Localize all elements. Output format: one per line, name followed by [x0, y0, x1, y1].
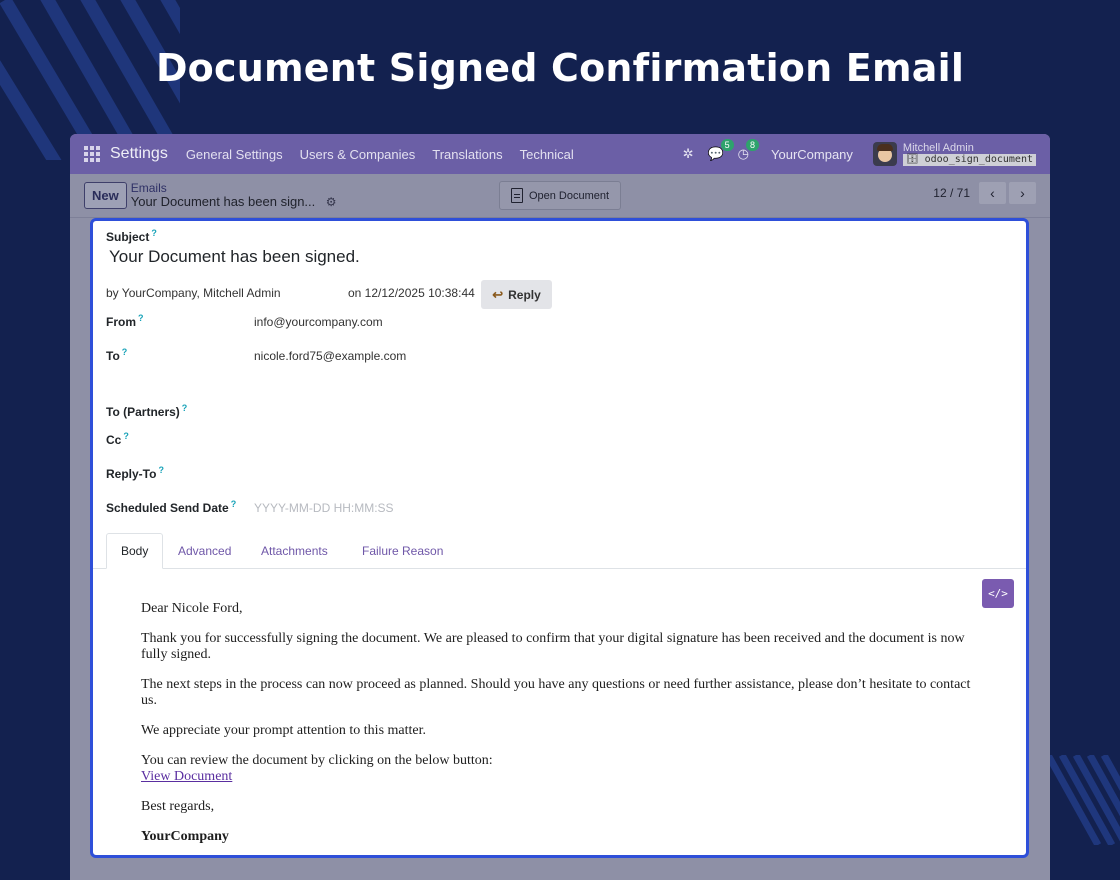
email-body-editor[interactable]: Dear Nicole Ford, Thank you for successf…	[141, 601, 981, 855]
new-button[interactable]: New	[84, 182, 127, 209]
reply-to-label: Reply-To?	[106, 465, 164, 481]
avatar	[872, 142, 897, 166]
breadcrumb-current: Your Document has been sign...	[130, 194, 316, 209]
greeting: Dear Nicole Ford,	[141, 601, 243, 616]
banner-title: Document Signed Confirmation Email	[155, 46, 965, 90]
cc-label: Cc?	[106, 431, 129, 447]
tab-advanced[interactable]: Advanced	[164, 533, 245, 569]
to-field[interactable]: nicole.ford75@example.com	[254, 349, 406, 363]
notebook-tabs: Body Advanced Attachments Failure Reason	[93, 533, 1026, 569]
subject-field[interactable]: Your Document has been signed.	[109, 247, 360, 267]
menu-users-companies[interactable]: Users & Companies	[300, 147, 416, 162]
control-panel: New Emails Your Document has been sign..…	[70, 174, 1050, 218]
activities-clock-icon[interactable]: ◷ 8	[738, 139, 759, 162]
closing: Best regards,	[141, 799, 215, 814]
scheduled-send-date-label: Scheduled Send Date?	[106, 499, 237, 515]
tab-failure-reason[interactable]: Failure Reason	[348, 533, 457, 569]
author-line: by YourCompany, Mitchell Admin	[106, 286, 281, 300]
tab-body[interactable]: Body	[106, 533, 164, 569]
breadcrumb: Emails Your Document has been sign... ⚙	[131, 182, 337, 209]
view-document-link[interactable]: View Document	[141, 769, 232, 784]
gear-icon[interactable]: ⚙	[326, 195, 337, 209]
menu-general-settings[interactable]: General Settings	[186, 147, 283, 162]
pager-value[interactable]: 12 / 71	[933, 186, 970, 200]
pager-previous-button[interactable]: ‹	[979, 182, 1006, 204]
from-label: From?	[106, 313, 144, 329]
to-partners-label: To (Partners)?	[106, 403, 188, 419]
messages-icon[interactable]: 💬 5	[707, 139, 734, 162]
subject-label: Subject?	[106, 228, 157, 244]
paragraph-2: The next steps in the process can now pr…	[141, 677, 971, 708]
user-menu[interactable]: Mitchell Admin 🗄 odoo_sign_document	[872, 142, 1036, 166]
activities-badge: 8	[745, 139, 759, 151]
paragraph-1: Thank you for successfully signing the d…	[141, 631, 965, 662]
from-field[interactable]: info@yourcompany.com	[254, 315, 383, 329]
document-icon	[510, 188, 523, 203]
messages-badge: 5	[720, 139, 734, 151]
debug-bug-icon[interactable]: ✲	[683, 146, 694, 162]
reply-button[interactable]: ↩ Reply	[481, 280, 552, 309]
apps-grid-icon[interactable]	[84, 146, 100, 162]
app-name[interactable]: Settings	[110, 145, 168, 163]
tab-attachments[interactable]: Attachments	[247, 533, 342, 569]
email-form: Subject? Your Document has been signed. …	[90, 218, 1029, 858]
database-name: 🗄 odoo_sign_document	[902, 154, 1036, 166]
paragraph-3: We appreciate your prompt attention to t…	[141, 723, 427, 738]
reply-arrow-icon: ↩	[492, 286, 504, 302]
open-document-label: Open Document	[528, 189, 610, 202]
date-line: on 12/12/2025 10:38:44	[348, 286, 475, 300]
paragraph-4: You can review the document by clicking …	[141, 753, 493, 784]
open-document-button[interactable]: Open Document	[499, 181, 621, 210]
top-navbar: Settings General Settings Users & Compan…	[70, 134, 1050, 174]
company-switcher[interactable]: YourCompany	[771, 147, 853, 162]
navbar-systray: ✲ 💬 5 ◷ 8 YourCompany Mitchell Admin 🗄 odo…	[683, 139, 1036, 166]
code-view-button[interactable]: </>	[982, 579, 1014, 608]
to-label: To?	[106, 347, 128, 363]
pager: 12 / 71 ‹ ›	[933, 182, 1036, 204]
menu-technical[interactable]: Technical	[520, 147, 574, 162]
signature: YourCompany	[141, 829, 229, 844]
scheduled-send-date-input[interactable]: YYYY-MM-DD HH:MM:SS	[254, 501, 394, 515]
decorative-stripes-bottom-right	[1048, 755, 1120, 845]
pager-next-button[interactable]: ›	[1009, 182, 1036, 204]
menu-translations[interactable]: Translations	[432, 147, 502, 162]
user-name: Mitchell Admin	[902, 142, 974, 154]
